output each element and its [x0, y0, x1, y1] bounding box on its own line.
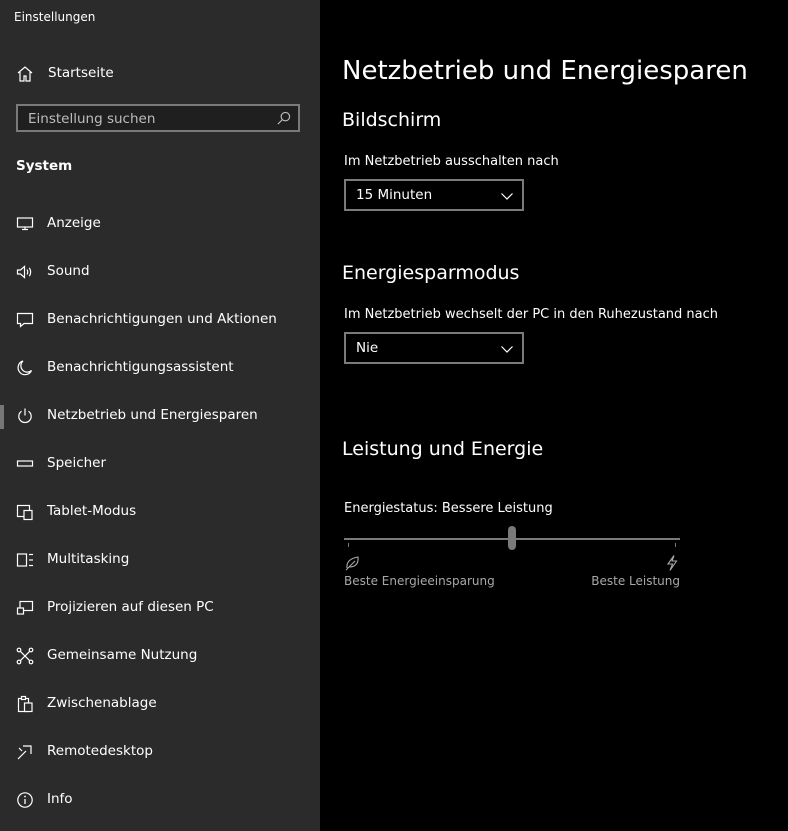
leaf-icon — [345, 556, 359, 571]
section-heading-energiesparmodus: Energiesparmodus — [342, 262, 520, 284]
sidebar-item-label: Zwischenablage — [47, 695, 157, 711]
slider-tick — [348, 543, 349, 547]
sidebar-item-label: Netzbetrieb und Energiesparen — [47, 407, 258, 423]
sidebar-item-label: Projizieren auf diesen PC — [47, 599, 214, 615]
sidebar-item-benachrichtigungen[interactable]: Benachrichtigungen und Aktionen — [0, 297, 320, 345]
main-content: Netzbetrieb und Energiesparen Bildschirm… — [320, 0, 788, 831]
tablet-icon — [16, 504, 33, 521]
speaker-icon — [16, 265, 32, 279]
screen-timeout-dropdown[interactable]: 15 Minuten — [344, 179, 524, 211]
sidebar-item-benachrichtigungsassistent[interactable]: Benachrichtigungsassistent — [0, 345, 320, 393]
sidebar-nav: Anzeige Sound Benachrichtigungen und Akt… — [0, 201, 320, 825]
sleep-timeout-label: Im Netzbetrieb wechselt der PC in den Ru… — [344, 307, 719, 322]
sidebar-item-label: Tablet-Modus — [47, 503, 137, 519]
sidebar-item-speicher[interactable]: Speicher — [0, 441, 320, 489]
sidebar-item-zwischenablage[interactable]: Zwischenablage — [0, 681, 320, 729]
message-icon — [16, 312, 34, 328]
clipboard-icon — [17, 695, 33, 713]
sidebar-item-sound[interactable]: Sound — [0, 249, 320, 297]
home-label: Startseite — [48, 65, 114, 81]
sidebar-item-label: Speicher — [47, 455, 107, 471]
sidebar-item-anzeige[interactable]: Anzeige — [0, 201, 320, 249]
storage-icon — [16, 460, 34, 467]
project-icon — [16, 600, 34, 615]
search-placeholder: Einstellung suchen — [28, 111, 156, 127]
sidebar-item-label: Anzeige — [47, 215, 101, 231]
search-input[interactable]: Einstellung suchen — [16, 104, 300, 132]
home-link[interactable]: Startseite — [0, 56, 320, 90]
sidebar-item-gemeinsame-nutzung[interactable]: Gemeinsame Nutzung — [0, 633, 320, 681]
sidebar-item-label: Sound — [47, 263, 90, 279]
share-icon — [16, 647, 34, 665]
sidebar-item-label: Gemeinsame Nutzung — [47, 647, 198, 663]
sidebar-item-netzbetrieb[interactable]: Netzbetrieb und Energiesparen — [0, 393, 320, 441]
info-icon — [17, 792, 33, 808]
slider-max-label: Beste Leistung — [591, 574, 680, 588]
sidebar-item-multitasking[interactable]: Multitasking — [0, 537, 320, 585]
section-heading: System — [16, 158, 73, 174]
slider-min-label: Beste Energieeinsparung — [344, 574, 495, 588]
chevron-down-icon — [501, 346, 513, 353]
chevron-down-icon — [501, 193, 513, 200]
sleep-timeout-dropdown[interactable]: Nie — [344, 332, 524, 364]
slider-track-wrap — [344, 526, 680, 552]
moon-icon — [17, 360, 33, 376]
page-title: Netzbetrieb und Energiesparen — [342, 56, 748, 86]
slider-tick — [675, 543, 676, 547]
sidebar: Einstellungen Startseite Einstellung suc… — [0, 0, 320, 831]
sidebar-item-projizieren[interactable]: Projizieren auf diesen PC — [0, 585, 320, 633]
search-icon — [277, 111, 291, 125]
sidebar-item-tablet-modus[interactable]: Tablet-Modus — [0, 489, 320, 537]
monitor-icon — [16, 217, 34, 231]
section-heading-leistung: Leistung und Energie — [342, 438, 544, 460]
sidebar-item-label: Multitasking — [47, 551, 130, 567]
power-mode-status: Energiestatus: Bessere Leistung — [344, 501, 553, 516]
sidebar-item-label: Benachrichtigungsassistent — [47, 359, 234, 375]
multitasking-icon — [16, 553, 33, 567]
sidebar-item-info[interactable]: Info — [0, 777, 320, 825]
sidebar-item-remotedesktop[interactable]: Remotedesktop — [0, 729, 320, 777]
sidebar-item-label: Remotedesktop — [47, 743, 153, 759]
power-mode-slider[interactable] — [344, 526, 680, 552]
section-heading-bildschirm: Bildschirm — [342, 109, 442, 131]
dropdown-value: Nie — [356, 340, 379, 356]
slider-thumb[interactable] — [508, 526, 516, 550]
screen-timeout-label: Im Netzbetrieb ausschalten nach — [344, 154, 559, 169]
app-title: Einstellungen — [14, 10, 96, 24]
remote-icon — [17, 745, 32, 760]
dropdown-value: 15 Minuten — [356, 187, 433, 203]
home-icon — [17, 66, 33, 82]
sidebar-item-label: Info — [47, 791, 73, 807]
power-icon — [18, 408, 32, 424]
active-indicator — [0, 405, 4, 429]
sidebar-item-label: Benachrichtigungen und Aktionen — [47, 311, 277, 327]
lightning-icon — [666, 555, 678, 571]
